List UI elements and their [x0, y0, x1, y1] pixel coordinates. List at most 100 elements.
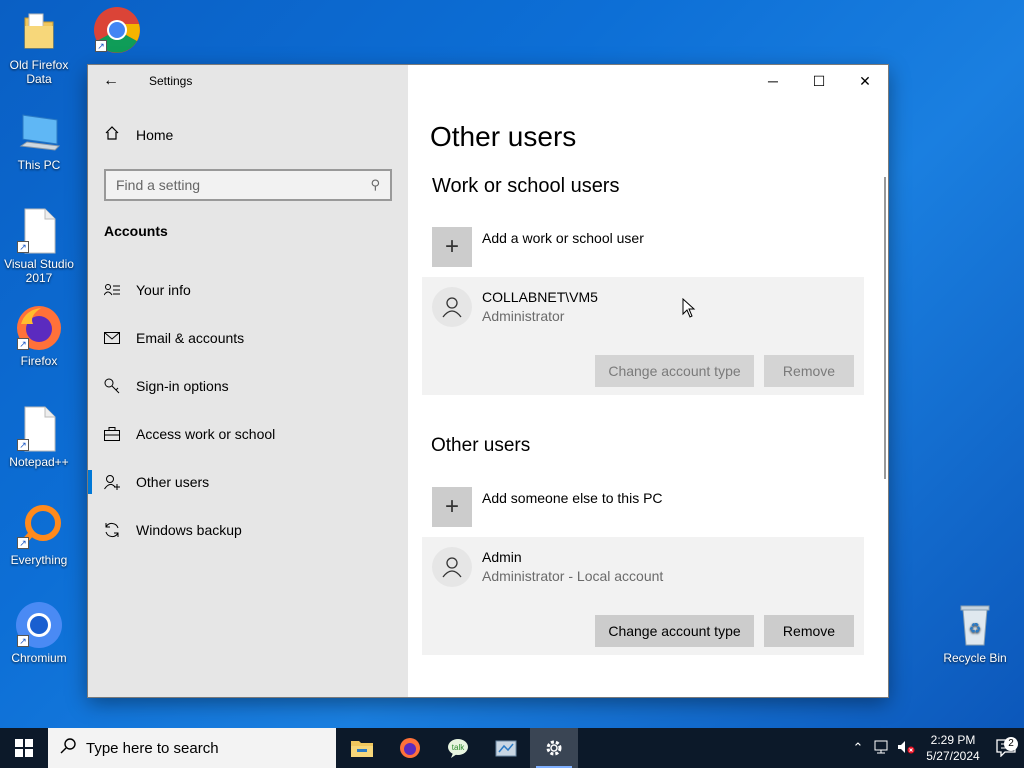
- sidebar-item-other-users[interactable]: Other users: [88, 462, 408, 502]
- taskbar-settings[interactable]: [530, 728, 578, 768]
- taskbar-file-explorer[interactable]: [338, 728, 386, 768]
- back-arrow-icon: ←: [103, 72, 119, 89]
- window-controls: ─ ☐ ✕: [750, 65, 888, 97]
- user-avatar-icon: [432, 287, 472, 327]
- app-icon: [495, 740, 517, 757]
- user-card-collabnet[interactable]: COLLABNET\VM5 Administrator Change accou…: [422, 277, 864, 395]
- maximize-icon: ☐: [812, 72, 826, 89]
- desktop-icon-label: This PC: [17, 158, 61, 172]
- user-card-admin[interactable]: Admin Administrator - Local account Chan…: [422, 537, 864, 655]
- action-center-button[interactable]: 2: [988, 737, 1024, 757]
- desktop-icon-old-firefox-data[interactable]: Old Firefox Data: [1, 8, 77, 86]
- briefcase-icon: [104, 427, 120, 441]
- shortcut-arrow-icon: ↗: [17, 439, 29, 451]
- desktop-icon-everything[interactable]: ↗ Everything: [1, 503, 77, 567]
- chevron-up-icon[interactable]: ⌃: [846, 740, 870, 756]
- settings-sidebar: ← Settings Home ⚲ Accounts Your info Em: [88, 65, 408, 697]
- folder-icon: [15, 8, 63, 56]
- plus-icon: +: [432, 227, 472, 267]
- remove-user-button[interactable]: Remove: [764, 355, 854, 387]
- desktop-icon-chrome[interactable]: ↗: [79, 6, 155, 56]
- mail-icon: [104, 332, 120, 344]
- settings-gear-icon: [546, 740, 562, 756]
- close-button[interactable]: ✕: [842, 65, 888, 97]
- key-icon: [104, 378, 120, 394]
- home-label: Home: [136, 127, 174, 143]
- sidebar-item-label: Other users: [136, 474, 210, 490]
- minimize-button[interactable]: ─: [750, 65, 796, 97]
- desktop-icon-label: Visual Studio 2017: [4, 257, 74, 285]
- change-account-type-button[interactable]: Change account type: [595, 615, 754, 647]
- scrollbar[interactable]: [884, 177, 886, 479]
- chromium-icon: ↗: [15, 601, 63, 649]
- volume-muted-icon[interactable]: [894, 740, 918, 757]
- svg-text:talk: talk: [452, 743, 465, 752]
- taskbar-app[interactable]: [482, 728, 530, 768]
- taskbar-search-box[interactable]: Type here to search: [48, 728, 336, 768]
- home-icon: [104, 125, 120, 145]
- file-icon: ↗: [15, 405, 63, 453]
- computer-icon: [15, 108, 63, 156]
- start-button[interactable]: [0, 728, 48, 768]
- add-work-user-button[interactable]: + Add a work or school user: [432, 227, 644, 267]
- minimize-icon: ─: [768, 73, 778, 89]
- firefox-icon: ↗: [15, 304, 63, 352]
- maximize-button[interactable]: ☐: [796, 65, 842, 97]
- taskbar-firefox[interactable]: [386, 728, 434, 768]
- close-icon: ✕: [859, 72, 871, 89]
- window-title: Settings: [149, 74, 193, 88]
- clock-date: 5/27/2024: [926, 749, 980, 763]
- desktop-icon-this-pc[interactable]: This PC: [1, 108, 77, 172]
- plus-icon: +: [432, 487, 472, 527]
- svg-text:♻: ♻: [969, 620, 982, 636]
- settings-window: ← Settings Home ⚲ Accounts Your info Em: [88, 65, 888, 697]
- sidebar-item-access-work[interactable]: Access work or school: [88, 414, 408, 454]
- desktop-icon-recycle-bin[interactable]: ♻ Recycle Bin: [937, 601, 1013, 665]
- back-button[interactable]: ←: [88, 65, 134, 97]
- everything-icon: ↗: [15, 503, 63, 551]
- clock[interactable]: 2:29 PM 5/27/2024: [918, 732, 988, 764]
- mouse-cursor-icon: [682, 297, 696, 323]
- section-heading: Accounts: [104, 223, 168, 239]
- shortcut-arrow-icon: ↗: [95, 40, 107, 52]
- file-explorer-icon: [351, 741, 373, 757]
- sidebar-item-your-info[interactable]: Your info: [88, 270, 408, 310]
- taskbar: Type here to search talk ⌃ 2:29 PM 5/27/…: [0, 728, 1024, 768]
- desktop-icon-firefox[interactable]: ↗ Firefox: [1, 304, 77, 368]
- add-person-icon: [104, 474, 120, 490]
- desktop-icon-notepadpp[interactable]: ↗ Notepad++: [1, 405, 77, 469]
- taskbar-search-placeholder: Type here to search: [86, 739, 219, 757]
- add-someone-else-button[interactable]: + Add someone else to this PC: [432, 487, 663, 527]
- sidebar-item-email[interactable]: Email & accounts: [88, 318, 408, 358]
- taskbar-talk[interactable]: talk: [434, 728, 482, 768]
- network-icon[interactable]: [870, 740, 894, 757]
- desktop-icon-chromium[interactable]: ↗ Chromium: [1, 601, 77, 665]
- shortcut-arrow-icon: ↗: [17, 537, 29, 549]
- sidebar-item-label: Your info: [136, 282, 191, 298]
- sidebar-item-windows-backup[interactable]: Windows backup: [88, 510, 408, 550]
- other-users-heading: Other users: [431, 435, 531, 456]
- desktop-icon-visual-studio[interactable]: ↗ Visual Studio 2017: [1, 207, 77, 285]
- chrome-icon: ↗: [93, 6, 141, 54]
- system-tray: ⌃ 2:29 PM 5/27/2024 2: [846, 728, 1024, 768]
- work-school-heading: Work or school users: [432, 175, 620, 197]
- desktop-icon-label: Old Firefox Data: [9, 58, 69, 86]
- firefox-icon: [400, 738, 420, 758]
- desktop-icon-label: Recycle Bin: [943, 651, 1007, 665]
- desktop-icon-label: Chromium: [11, 651, 67, 665]
- change-account-type-button[interactable]: Change account type: [595, 355, 754, 387]
- clock-time: 2:29 PM: [930, 733, 976, 747]
- title-bar: ← Settings: [88, 65, 408, 97]
- desktop-icon-label: Notepad++: [9, 455, 69, 469]
- settings-search-input[interactable]: [116, 177, 371, 193]
- sidebar-item-home[interactable]: Home: [104, 125, 173, 145]
- sidebar-item-sign-in[interactable]: Sign-in options: [88, 366, 408, 406]
- sidebar-item-label: Sign-in options: [136, 378, 229, 394]
- desktop-icon-label: Everything: [10, 553, 68, 567]
- settings-content: ─ ☐ ✕ Other users Work or school users +…: [408, 65, 888, 697]
- sync-icon: [104, 522, 120, 538]
- user-role: Administrator: [482, 308, 565, 324]
- settings-search-box[interactable]: ⚲: [104, 169, 392, 201]
- remove-user-button[interactable]: Remove: [764, 615, 854, 647]
- page-title: Other users: [430, 121, 577, 152]
